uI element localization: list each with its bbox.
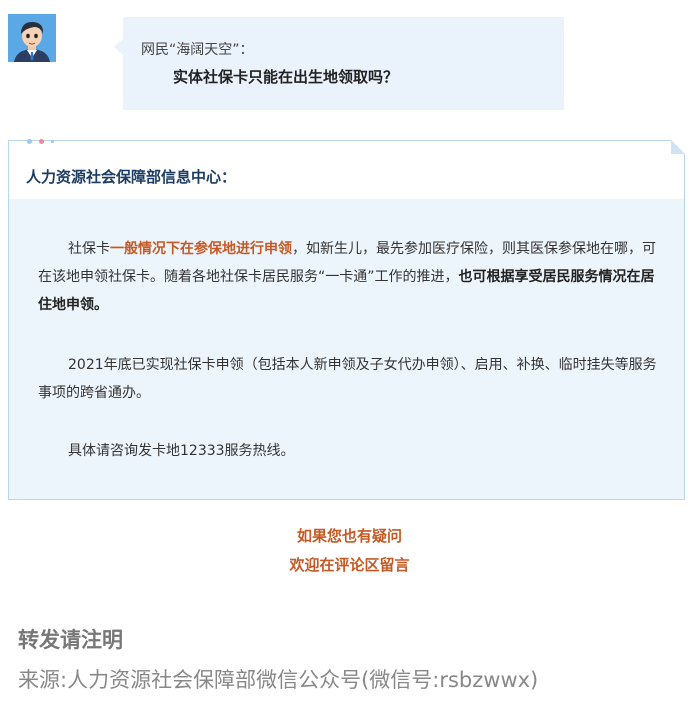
user-avatar-icon [8, 14, 56, 62]
question-bubble: 网民“海阔天空”： 实体社保卡只能在出生地领取吗？ [114, 17, 564, 110]
repost-source: 来源:人力资源社会保障部微信公众号(微信号:rsbzwwx) [18, 668, 539, 692]
answer-card: 人力资源社会保障部信息中心： 社保卡一般情况下在参保地进行申领，如新生儿，最先参… [8, 139, 685, 500]
question-user: 网民“海阔天空”： [141, 42, 254, 58]
answer-paragraph-3: 具体请咨询发卡地12333服务热线。 [68, 443, 295, 459]
corner-fold-icon [671, 140, 685, 154]
answer-paragraph-1: 社保卡一般情况下在参保地进行申领，如新生儿，最先参加医疗保险，则其医保参保地在哪… [38, 235, 658, 319]
question-text: 实体社保卡只能在出生地领取吗？ [173, 68, 399, 86]
answer-body: 社保卡一般情况下在参保地进行申领，如新生儿，最先参加医疗保险，则其医保参保地在哪… [9, 199, 684, 499]
answer-text: 社保卡 [68, 241, 110, 257]
dot-icon [51, 140, 54, 143]
cta-line-2: 欢迎在评论区留言 [289, 556, 410, 574]
dot-icon [39, 139, 44, 144]
repost-title: 转发请注明 [18, 628, 123, 652]
cta-line-1: 如果您也有疑问 [296, 527, 402, 545]
avatar [8, 14, 56, 62]
answer-source: 人力资源社会保障部信息中心： [26, 168, 237, 186]
answer-paragraph-2: 2021年底已实现社保卡申领（包括本人新申领及子女代办申领）、启用、补换、临时挂… [38, 357, 657, 401]
answer-highlight: 一般情况下在参保地进行申领 [110, 241, 292, 257]
answer-card-header: 人力资源社会保障部信息中心： [9, 139, 685, 199]
bubble-pointer [114, 39, 123, 55]
dot-icon [27, 139, 32, 144]
